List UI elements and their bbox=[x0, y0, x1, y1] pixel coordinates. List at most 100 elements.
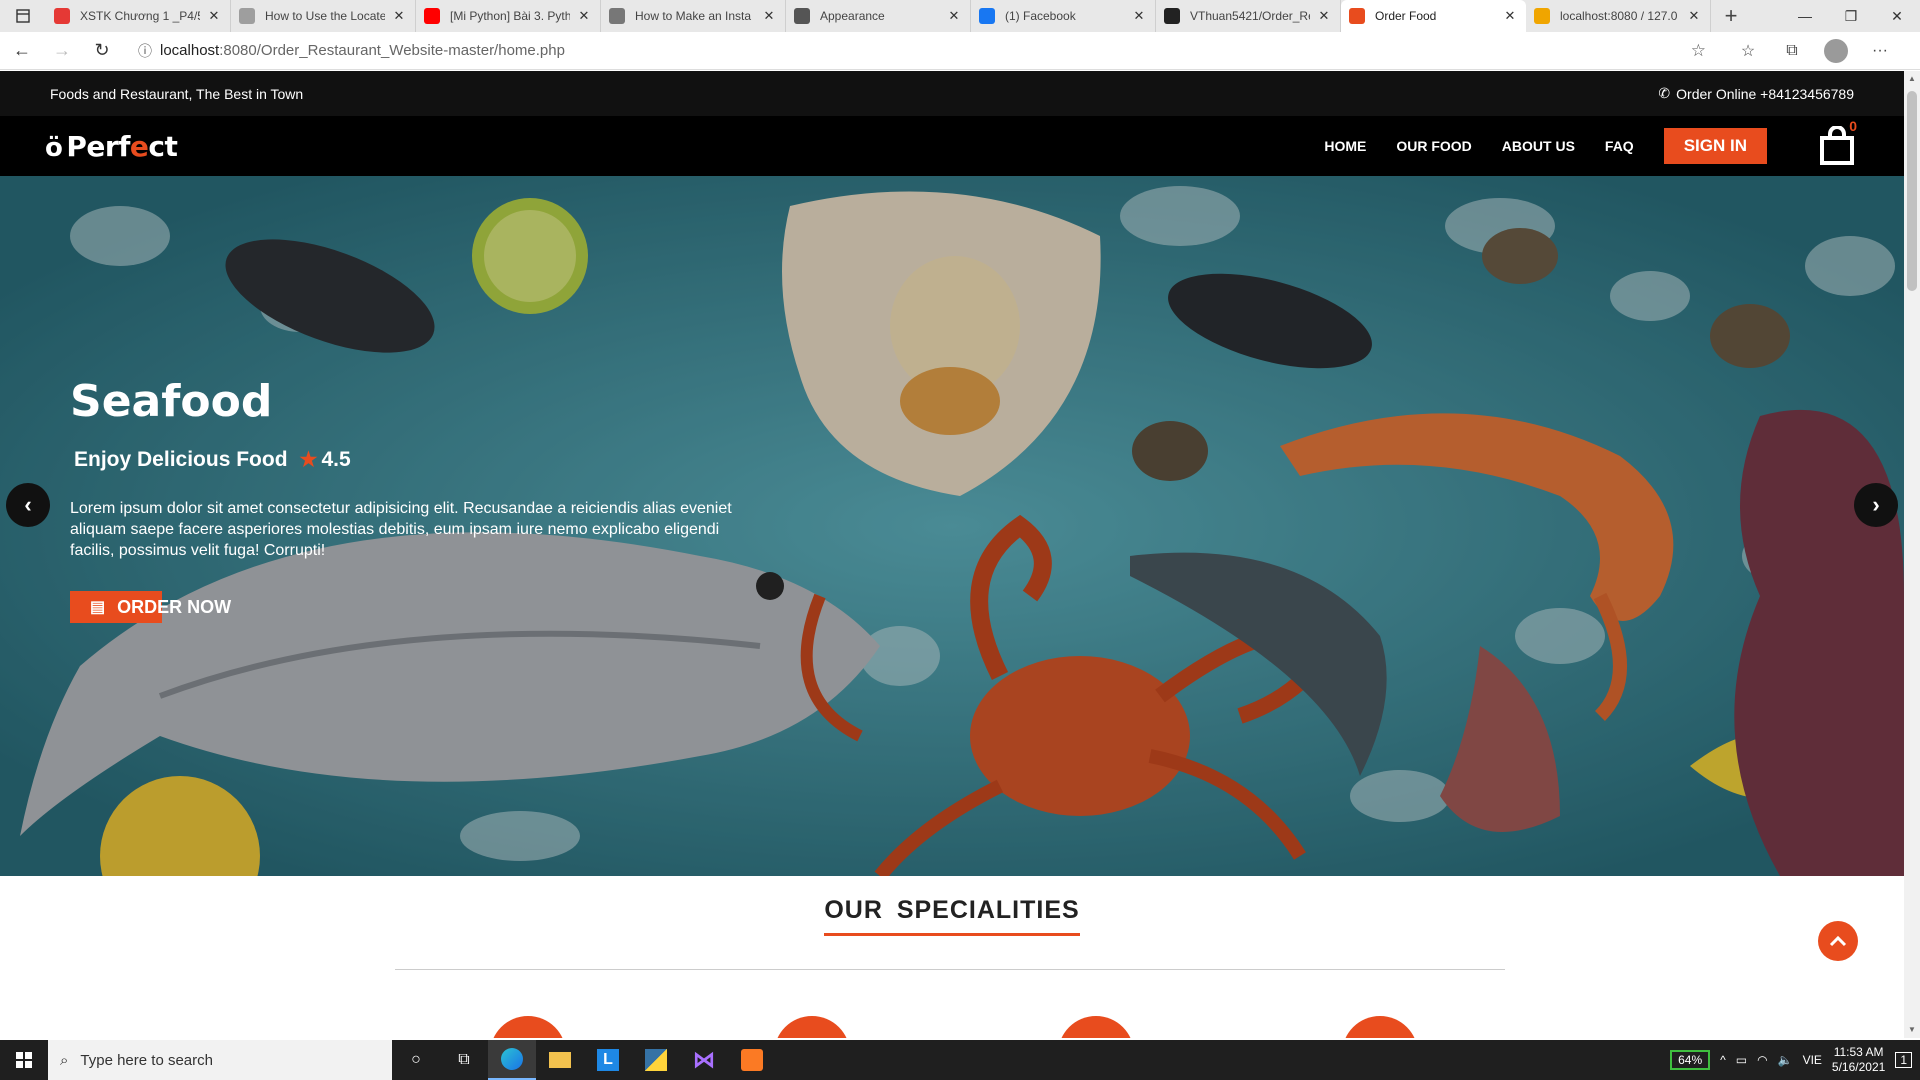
profile-avatar[interactable] bbox=[1818, 36, 1854, 66]
tab-favicon-icon bbox=[794, 8, 810, 24]
system-tray: 64% ^ ▭ ◠ 🔈 VIE 11:53 AM 5/16/2021 1 bbox=[1670, 1045, 1920, 1075]
logo-icon: ö bbox=[45, 132, 63, 163]
nav-our-food[interactable]: OUR FOOD bbox=[1396, 138, 1471, 154]
l-app-icon[interactable]: L bbox=[584, 1040, 632, 1080]
minimize-button[interactable]: — bbox=[1782, 0, 1828, 32]
site-topbar: Foods and Restaurant, The Best in Town ✆… bbox=[0, 71, 1904, 116]
tab-close-icon[interactable]: ✕ bbox=[1316, 8, 1332, 24]
browser-tab[interactable]: VThuan5421/Order_Re ✕ bbox=[1156, 0, 1341, 32]
phone-icon: ✆ bbox=[1658, 85, 1671, 101]
scrollbar-thumb[interactable] bbox=[1907, 91, 1917, 291]
windows-logo-icon bbox=[16, 1052, 32, 1068]
edge-browser-icon[interactable] bbox=[488, 1040, 536, 1080]
tab-close-icon[interactable]: ✕ bbox=[391, 8, 407, 24]
tab-favicon-icon bbox=[54, 8, 70, 24]
chevron-up-icon[interactable]: ^ bbox=[1720, 1053, 1726, 1067]
site-logo[interactable]: ö Perfect bbox=[45, 130, 178, 163]
back-button[interactable]: ← bbox=[4, 36, 40, 66]
hero-slider: ‹ › Seafood Enjoy Delicious Food ★ 4.5 L… bbox=[0, 176, 1904, 876]
task-view-icon[interactable]: ⧉ bbox=[440, 1040, 488, 1080]
hero-rating: 4.5 bbox=[321, 447, 351, 471]
tab-close-icon[interactable]: ✕ bbox=[761, 8, 777, 24]
scroll-up-arrow[interactable]: ▲ bbox=[1904, 71, 1920, 87]
python-app-icon[interactable] bbox=[632, 1040, 680, 1080]
clock[interactable]: 11:53 AM 5/16/2021 bbox=[1832, 1045, 1885, 1075]
browser-tab[interactable]: XSTK Chương 1 _P4/5 ✕ bbox=[46, 0, 231, 32]
hero-subtitle: Enjoy Delicious Food ★ 4.5 bbox=[74, 447, 351, 472]
hero-description: Lorem ipsum dolor sit amet consectetur a… bbox=[70, 500, 732, 559]
cortana-icon[interactable]: ○ bbox=[392, 1040, 440, 1080]
chevron-up-icon bbox=[1829, 935, 1847, 947]
windows-taskbar: ⌕ Type here to search ○ ⧉ L ⋈ 64% ^ ▭ ◠ … bbox=[0, 1040, 1920, 1080]
browser-tab[interactable]: Order Food ✕ bbox=[1341, 0, 1526, 32]
more-menu-icon[interactable]: ··· bbox=[1862, 36, 1898, 66]
tab-favicon-icon bbox=[239, 8, 255, 24]
xampp-icon[interactable] bbox=[728, 1040, 776, 1080]
visual-studio-icon[interactable]: ⋈ bbox=[680, 1040, 728, 1080]
order-now-button[interactable]: ▤ ORDER NOW bbox=[70, 591, 252, 623]
new-tab-button[interactable]: + bbox=[1711, 3, 1751, 29]
sign-in-button[interactable]: SIGN IN bbox=[1663, 128, 1767, 164]
scroll-to-top-button[interactable] bbox=[1818, 921, 1858, 961]
browser-tab[interactable]: How to Use the Locate ✕ bbox=[231, 0, 416, 32]
language-indicator[interactable]: VIE bbox=[1803, 1053, 1822, 1067]
browser-tab-strip: XSTK Chương 1 _P4/5 ✕ How to Use the Locat… bbox=[0, 0, 1920, 32]
browser-tab[interactable]: (1) Facebook ✕ bbox=[971, 0, 1156, 32]
close-window-button[interactable]: ✕ bbox=[1874, 0, 1920, 32]
site-info-icon[interactable]: ⓘ bbox=[130, 41, 160, 61]
tab-actions-icon[interactable] bbox=[0, 0, 46, 32]
tab-list: XSTK Chương 1 _P4/5 ✕ How to Use the Locat… bbox=[46, 0, 1711, 32]
favorite-star-icon[interactable]: ☆ bbox=[1691, 41, 1706, 61]
collections-icon[interactable]: ⧉ bbox=[1774, 36, 1810, 66]
url-field[interactable]: ⓘ localhost:8080/Order_Restaurant_Websit… bbox=[130, 35, 1720, 66]
cart-count: 0 bbox=[1849, 118, 1857, 134]
tab-close-icon[interactable]: ✕ bbox=[576, 8, 592, 24]
taskbar-search[interactable]: ⌕ Type here to search bbox=[48, 1040, 392, 1080]
tab-close-icon[interactable]: ✕ bbox=[1502, 8, 1518, 24]
order-phone[interactable]: ✆ Order Online +84123456789 bbox=[1658, 85, 1854, 102]
hero-title: Seafood bbox=[70, 376, 273, 427]
forward-button[interactable]: → bbox=[44, 36, 80, 66]
browser-tab[interactable]: [Mi Python] Bài 3. Pyth ✕ bbox=[416, 0, 601, 32]
hero-prev-button[interactable]: ‹ bbox=[6, 483, 50, 527]
star-icon: ★ bbox=[299, 449, 318, 471]
tab-close-icon[interactable]: ✕ bbox=[206, 8, 222, 24]
tab-close-icon[interactable]: ✕ bbox=[1131, 8, 1147, 24]
file-explorer-icon[interactable] bbox=[536, 1040, 584, 1080]
nav-faq[interactable]: FAQ bbox=[1605, 138, 1634, 154]
book-icon: ▤ bbox=[90, 599, 106, 616]
tab-favicon-icon bbox=[1164, 8, 1180, 24]
tab-favicon-icon bbox=[1534, 8, 1550, 24]
speciality-icon-circle[interactable] bbox=[1342, 1016, 1418, 1038]
volume-icon[interactable]: 🔈 bbox=[1778, 1053, 1793, 1067]
specialities-divider bbox=[395, 969, 1505, 970]
cart-button[interactable]: 0 bbox=[1819, 118, 1859, 166]
speciality-icon-circle[interactable] bbox=[490, 1016, 566, 1038]
speciality-icon-circle[interactable] bbox=[1058, 1016, 1134, 1038]
favorites-icon[interactable]: ☆ bbox=[1730, 36, 1766, 66]
browser-tab[interactable]: Appearance ✕ bbox=[786, 0, 971, 32]
tab-favicon-icon bbox=[424, 8, 440, 24]
nav-home[interactable]: HOME bbox=[1324, 138, 1366, 154]
tab-close-icon[interactable]: ✕ bbox=[1686, 8, 1702, 24]
battery-icon[interactable]: ▭ bbox=[1736, 1053, 1747, 1067]
browser-tab[interactable]: How to Make an Insta ✕ bbox=[601, 0, 786, 32]
hero-content: Seafood Enjoy Delicious Food ★ 4.5 Lorem… bbox=[70, 376, 770, 623]
tagline: Foods and Restaurant, The Best in Town bbox=[50, 85, 304, 102]
refresh-button[interactable]: ↻ bbox=[84, 36, 120, 66]
start-button[interactable] bbox=[0, 1040, 48, 1080]
scroll-down-arrow[interactable]: ▼ bbox=[1904, 1022, 1920, 1038]
page-scrollbar[interactable]: ▲ ▼ bbox=[1904, 71, 1920, 1038]
speciality-icon-circle[interactable] bbox=[774, 1016, 850, 1038]
wifi-icon[interactable]: ◠ bbox=[1757, 1053, 1767, 1067]
tab-close-icon[interactable]: ✕ bbox=[946, 8, 962, 24]
battery-indicator[interactable]: 64% bbox=[1670, 1050, 1711, 1070]
browser-tab[interactable]: localhost:8080 / 127.0 ✕ bbox=[1526, 0, 1711, 32]
nav-about-us[interactable]: ABOUT US bbox=[1502, 138, 1575, 154]
tab-favicon-icon bbox=[1349, 8, 1365, 24]
main-nav: HOME OUR FOOD ABOUT US FAQ SIGN IN 0 bbox=[1309, 118, 1859, 166]
hero-next-button[interactable]: › bbox=[1854, 483, 1898, 527]
maximize-button[interactable]: ❐ bbox=[1828, 0, 1874, 32]
notifications-icon[interactable]: 1 bbox=[1895, 1052, 1912, 1068]
search-icon: ⌕ bbox=[60, 1051, 69, 1069]
